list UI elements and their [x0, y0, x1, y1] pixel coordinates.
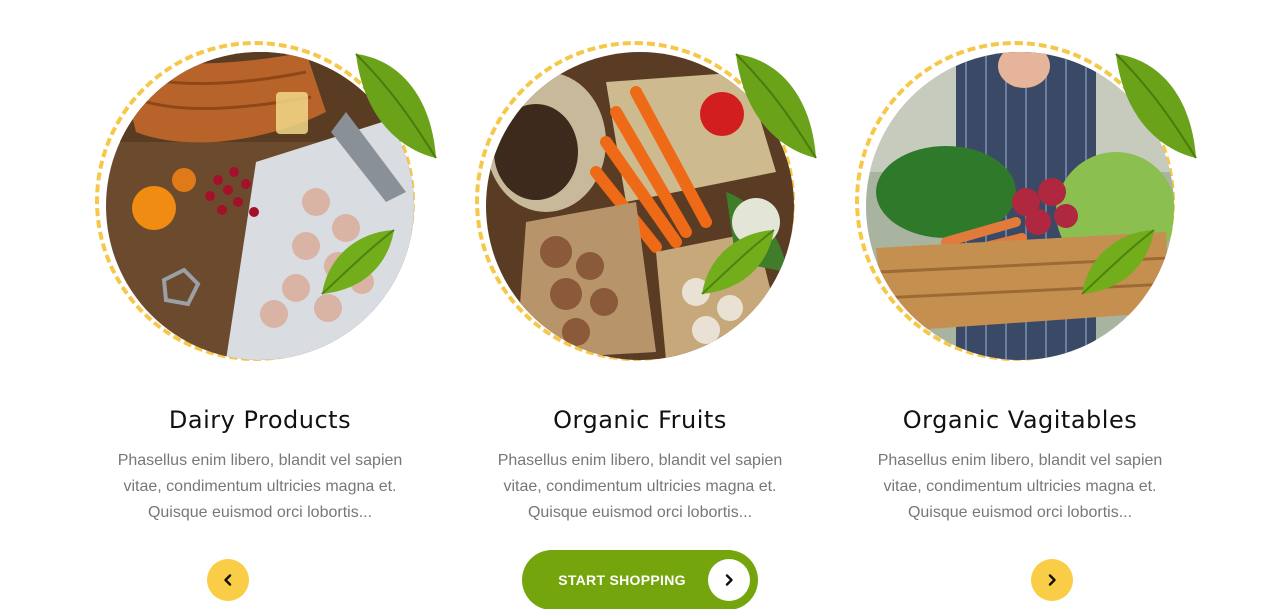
dairy-products-image[interactable] [106, 52, 414, 360]
category-description: Phasellus enim libero, blandit vel sapie… [497, 452, 783, 521]
category-card-fruits[interactable]: Organic Fruits Phasellus enim libero, bl… [450, 0, 830, 526]
category-card-dairy[interactable]: Dairy Products Phasellus enim libero, bl… [70, 0, 450, 526]
category-description: Phasellus enim libero, blandit vel sapie… [877, 452, 1163, 521]
start-shopping-button[interactable]: START SHOPPING [522, 550, 758, 609]
category-image-frame [850, 36, 1197, 376]
chevron-left-icon [224, 574, 232, 586]
category-title[interactable]: Organic Fruits [450, 406, 830, 434]
start-shopping-arrow [708, 559, 750, 601]
category-card-vegetables[interactable]: Organic Vagitables Phasellus enim libero… [830, 0, 1210, 526]
category-title[interactable]: Organic Vagitables [830, 406, 1210, 434]
organic-fruits-image[interactable] [486, 52, 794, 360]
chevron-right-icon [1048, 574, 1056, 586]
category-title[interactable]: Dairy Products [70, 406, 450, 434]
carousel-prev-button[interactable] [207, 559, 249, 601]
category-description: Phasellus enim libero, blandit vel sapie… [117, 452, 403, 521]
organic-vegetables-image[interactable] [866, 52, 1174, 360]
carousel-next-button[interactable] [1031, 559, 1073, 601]
category-image-frame [90, 36, 437, 376]
category-image-frame [470, 36, 817, 376]
chevron-right-icon [725, 574, 733, 586]
start-shopping-label: START SHOPPING [558, 572, 686, 588]
category-section: Dairy Products Phasellus enim libero, bl… [0, 0, 1280, 609]
